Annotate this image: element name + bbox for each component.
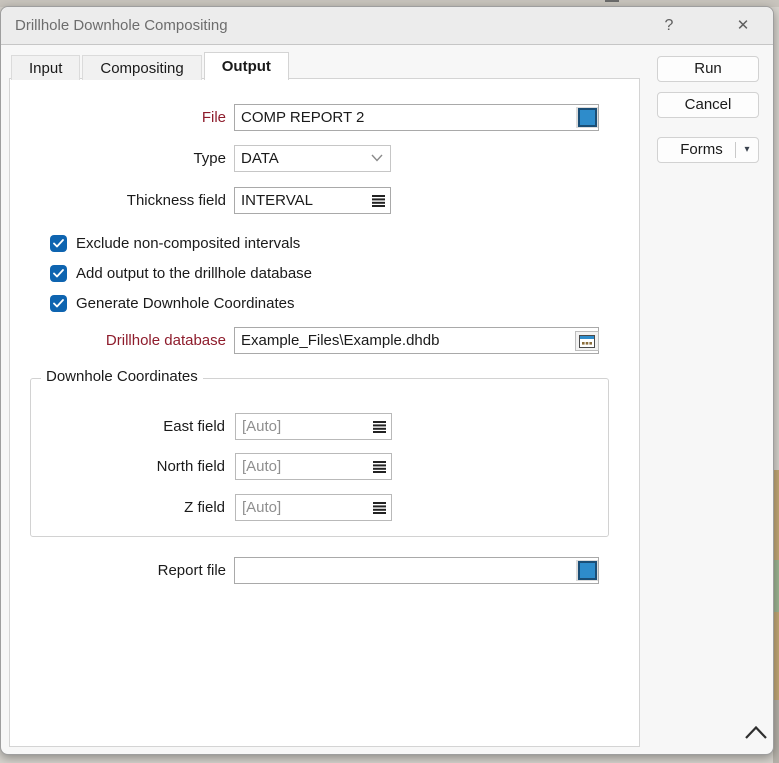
forms-dropdown-arrow-icon[interactable]: ▾ — [736, 138, 758, 162]
cancel-button[interactable]: Cancel — [657, 92, 759, 118]
report-file-picker-button[interactable] — [576, 560, 598, 581]
title-bar[interactable]: Drillhole Downhole Compositing ? ✕ — [1, 7, 773, 45]
dialog-drillhole-downhole-compositing: Drillhole Downhole Compositing ? ✕ Input… — [0, 6, 774, 755]
checkbox-checked[interactable] — [50, 295, 67, 312]
file-input[interactable] — [234, 104, 599, 131]
file-label: File — [10, 104, 226, 131]
z-field-row: Z field — [31, 494, 608, 521]
help-button[interactable]: ? — [655, 7, 683, 44]
thickness-field-label: Thickness field — [10, 187, 226, 214]
checkmark-icon — [53, 299, 64, 308]
forms-split-button[interactable]: Forms ▾ — [657, 137, 759, 163]
thickness-field-input[interactable] — [234, 187, 391, 214]
checkmark-icon — [53, 269, 64, 278]
file-picker-square-icon — [578, 108, 597, 127]
z-field-input[interactable] — [235, 494, 392, 521]
checkbox-label[interactable]: Add output to the drillhole database — [76, 265, 312, 283]
field-list-icon[interactable] — [372, 194, 385, 207]
file-picker-button[interactable] — [576, 107, 598, 128]
window-title: Drillhole Downhole Compositing — [15, 7, 228, 44]
tab-output[interactable]: Output — [204, 52, 289, 80]
downhole-coordinates-group-title: Downhole Coordinates — [41, 368, 203, 385]
checkbox-checked[interactable] — [50, 265, 67, 282]
thickness-field-row: Thickness field — [10, 187, 639, 214]
type-label: Type — [10, 145, 226, 172]
east-field-input[interactable] — [235, 413, 392, 440]
close-button[interactable]: ✕ — [727, 7, 759, 44]
chevron-up-icon — [744, 725, 768, 740]
tab-compositing[interactable]: Compositing — [82, 55, 201, 80]
field-list-icon[interactable] — [373, 420, 386, 433]
type-row: Type DATA — [10, 145, 639, 172]
east-field-row: East field — [31, 413, 608, 440]
north-field-row: North field — [31, 453, 608, 480]
checkbox-label[interactable]: Exclude non-composited intervals — [76, 235, 300, 253]
file-row: File — [10, 104, 639, 131]
type-dropdown[interactable]: DATA — [234, 145, 391, 172]
drillhole-database-row: Drillhole database — [10, 327, 639, 354]
east-field-label: East field — [31, 413, 225, 440]
drillhole-database-label: Drillhole database — [10, 327, 226, 354]
collapse-dialog-button[interactable] — [741, 725, 771, 749]
run-button[interactable]: Run — [657, 56, 759, 82]
report-file-label: Report file — [10, 557, 226, 584]
type-dropdown-value: DATA — [241, 150, 279, 167]
downhole-coordinates-group: Downhole Coordinates East field North fi… — [30, 378, 609, 537]
report-file-picker-square-icon — [578, 561, 597, 580]
z-field-label: Z field — [31, 494, 225, 521]
field-list-icon[interactable] — [373, 460, 386, 473]
report-file-row: Report file — [10, 557, 639, 584]
browse-file-button[interactable] — [575, 331, 599, 351]
field-list-icon[interactable] — [373, 501, 386, 514]
tab-input[interactable]: Input — [11, 55, 80, 80]
checkbox-label[interactable]: Generate Downhole Coordinates — [76, 295, 294, 313]
background-sliver-mark — [605, 0, 619, 2]
checkbox-checked[interactable] — [50, 235, 67, 252]
tab-bar: Input Compositing Output — [11, 52, 291, 80]
drillhole-database-input[interactable] — [234, 327, 599, 354]
north-field-input[interactable] — [235, 453, 392, 480]
forms-button-label[interactable]: Forms — [658, 138, 735, 162]
chevron-down-icon — [371, 154, 383, 162]
output-tab-panel: File Type DATA Thickness field — [9, 78, 640, 747]
north-field-label: North field — [31, 453, 225, 480]
checkmark-icon — [53, 239, 64, 248]
browse-window-icon — [579, 335, 595, 348]
report-file-input[interactable] — [234, 557, 599, 584]
